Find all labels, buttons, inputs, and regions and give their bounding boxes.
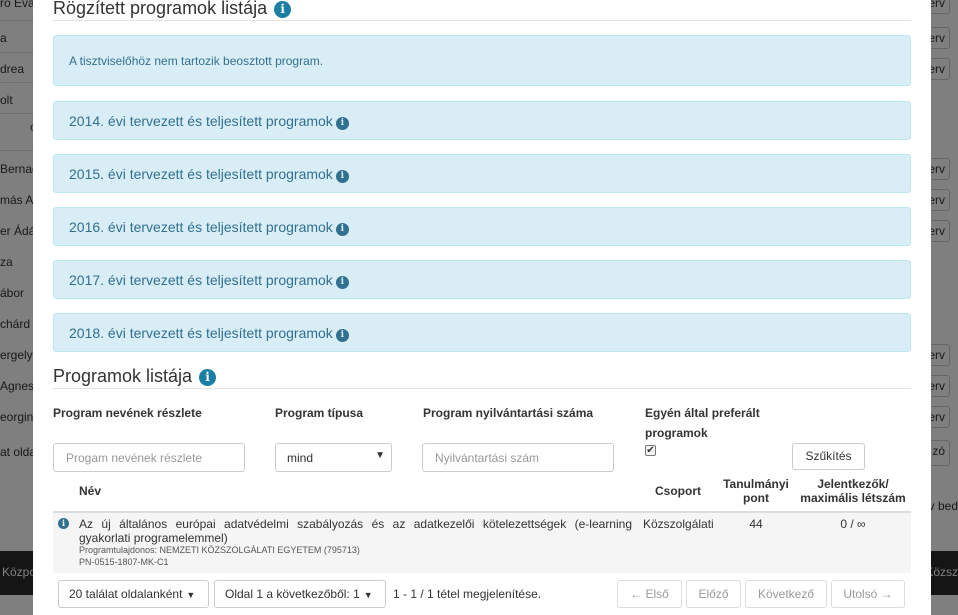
year-panel-label: 2016. évi tervezett és teljesített progr… xyxy=(69,219,333,235)
points-header-line1: Tanulmányi xyxy=(723,477,789,491)
applicants-header-line2: maximális létszám xyxy=(800,491,906,505)
page-dropdown[interactable]: Oldal 1 a következőből: 1 ▼ xyxy=(214,580,386,608)
chevron-down-icon: ▼ xyxy=(375,450,385,461)
type-filter-value: mind xyxy=(287,451,314,465)
next-page-button[interactable]: Következő xyxy=(745,580,827,608)
year-panel-2016[interactable]: 2016. évi tervezett és teljesített progr… xyxy=(53,207,911,246)
section-divider xyxy=(53,388,911,389)
column-header-name[interactable]: Név xyxy=(79,484,101,498)
program-owner: Programtulajdonos: NEMZETI KÖZSZOLGÁLATI… xyxy=(79,545,360,555)
program-applicants: 0 / ∞ xyxy=(840,517,866,531)
year-panel-label: 2015. évi tervezett és teljesített progr… xyxy=(69,166,333,182)
info-icon[interactable]: i xyxy=(335,170,349,183)
info-icon[interactable]: i xyxy=(335,329,349,342)
year-panel-2014[interactable]: 2014. évi tervezett és teljesített progr… xyxy=(53,101,911,140)
info-icon[interactable]: i xyxy=(335,223,349,236)
per-page-label: 20 találat oldalanként xyxy=(69,587,183,601)
year-panel-label: 2018. évi tervezett és teljesített progr… xyxy=(69,325,333,341)
name-filter-label: Program nevének részlete xyxy=(53,406,202,420)
first-page-button[interactable]: ← Első xyxy=(617,580,682,608)
caret-down-icon: ▼ xyxy=(363,590,373,600)
info-icon[interactable]: i xyxy=(274,1,292,18)
rogzitett-title-text: Rögzített programok listája xyxy=(53,0,268,18)
program-group: Közszolgálati xyxy=(643,517,714,531)
column-header-applicants[interactable]: Jelentkezők/ maximális létszám xyxy=(795,477,911,505)
year-panel-label: 2017. évi tervezett és teljesített progr… xyxy=(69,272,333,288)
column-header-points[interactable]: Tanulmányi pont xyxy=(721,477,791,505)
page-label: Oldal 1 a következőből: 1 xyxy=(225,587,360,601)
filter-button[interactable]: Szűkítés xyxy=(792,443,865,470)
info-icon[interactable]: i xyxy=(335,117,349,130)
pagination-summary: 1 - 1 / 1 tétel megjelenítése. xyxy=(393,587,542,601)
prev-page-button[interactable]: Előző xyxy=(686,580,741,608)
year-panel-2018[interactable]: 2018. évi tervezett és teljesített progr… xyxy=(53,313,911,352)
type-filter-label: Program típusa xyxy=(275,406,364,420)
preferred-filter-label-1: Egyén által preferált xyxy=(645,406,760,420)
applicants-header-line1: Jelentkezők/ xyxy=(817,477,889,491)
year-panel-label: 2014. évi tervezett és teljesített progr… xyxy=(69,113,333,129)
program-modal: Rögzített programok listája i A tisztvis… xyxy=(33,0,931,615)
program-name[interactable]: Az új általános európai adatvédelmi szab… xyxy=(79,517,632,545)
info-icon[interactable]: i xyxy=(199,369,217,386)
info-icon[interactable]: i xyxy=(335,276,349,289)
rogzitett-section-title: Rögzített programok listája i xyxy=(53,0,292,19)
column-header-group[interactable]: Csoport xyxy=(648,484,708,498)
program-points: 44 xyxy=(749,517,763,531)
points-header-line2: pont xyxy=(743,491,769,505)
program-code: PN-0515-1807-MK-C1 xyxy=(79,557,169,567)
per-page-dropdown[interactable]: 20 találat oldalanként ▼ xyxy=(58,580,209,608)
info-icon[interactable]: i xyxy=(58,518,69,529)
regnum-filter-input[interactable]: Nyilvántartási szám xyxy=(422,443,614,472)
caret-down-icon: ▼ xyxy=(186,590,196,600)
preferred-filter-label-2: programok xyxy=(645,426,708,440)
last-page-button[interactable]: Utolsó → xyxy=(831,580,905,608)
type-filter-select[interactable]: mind ▼ xyxy=(275,443,392,472)
name-filter-input[interactable]: Progam nevének részlete xyxy=(53,443,245,472)
programs-section-title: Programok listája i xyxy=(53,366,217,387)
no-program-alert: A tisztviselőhöz nem tartozik beosztott … xyxy=(53,35,911,86)
section-divider xyxy=(53,20,911,21)
programs-title-text: Programok listája xyxy=(53,366,193,386)
year-panel-2015[interactable]: 2015. évi tervezett és teljesített progr… xyxy=(53,154,911,193)
preferred-checkbox[interactable]: ✔ xyxy=(645,445,656,456)
year-panel-2017[interactable]: 2017. évi tervezett és teljesített progr… xyxy=(53,260,911,299)
regnum-filter-label: Program nyilvántartási száma xyxy=(423,406,594,420)
